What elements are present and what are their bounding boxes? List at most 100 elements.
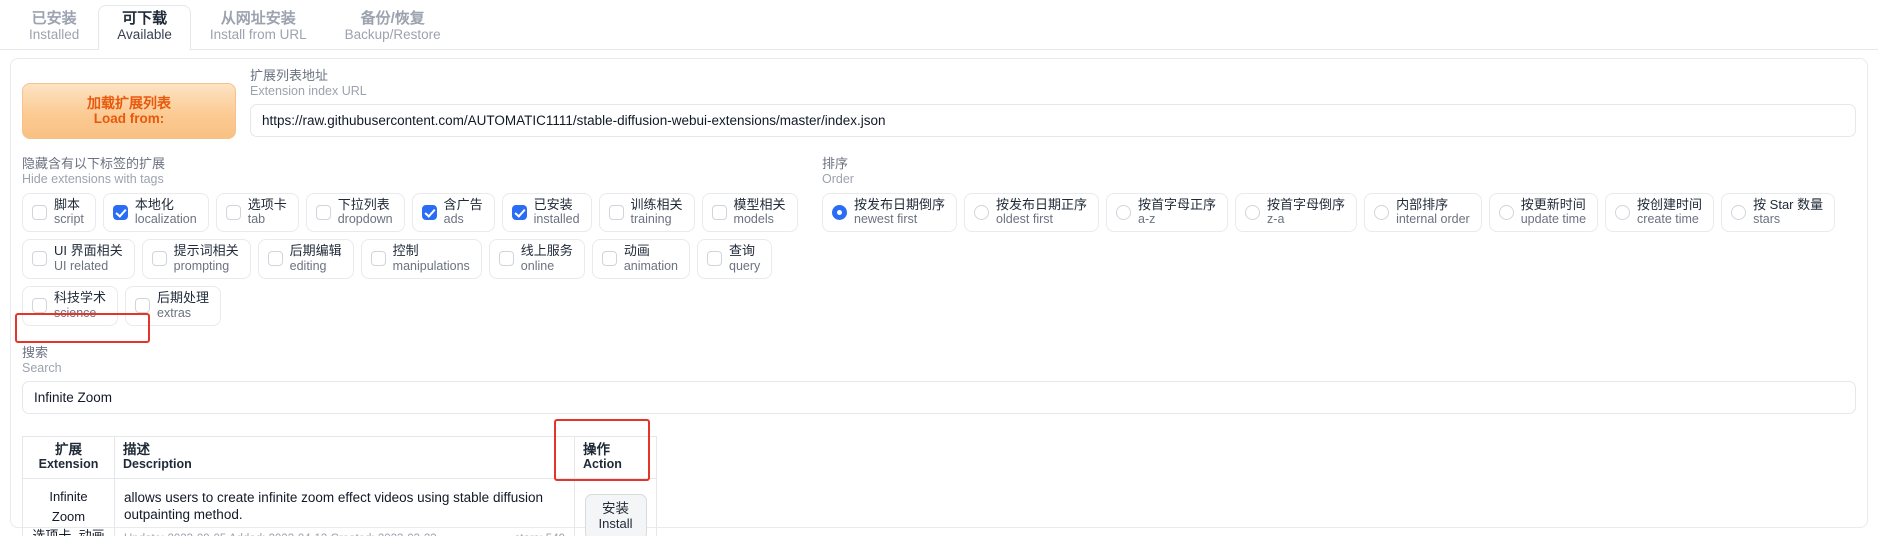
tag-checkbox-installed[interactable]: 已安装 installed — [501, 192, 592, 233]
search-label-cn: 搜索 — [22, 344, 49, 360]
tab-available[interactable]: 可下载 Available — [98, 5, 191, 50]
order-label-cn: 按首字母倒序 — [1267, 196, 1346, 212]
radio-icon[interactable] — [1731, 204, 1747, 220]
checkbox-icon[interactable] — [498, 251, 514, 267]
tag-checkbox-ads[interactable]: 含广告 ads — [411, 192, 495, 233]
checkbox-icon[interactable] — [511, 204, 527, 220]
order-radio-update-time[interactable]: 按更新时间 update time — [1488, 192, 1599, 233]
order-label-cn: 按 Star 数量 — [1753, 196, 1824, 212]
tag-checkbox-models[interactable]: 模型相关 models — [701, 192, 798, 233]
tab-label-en: Available — [117, 27, 172, 43]
header-description-en: Description — [123, 457, 192, 472]
tag-label-en: script — [54, 212, 84, 227]
order-label-cn: 内部排序 — [1396, 196, 1449, 212]
search-input[interactable] — [22, 380, 1856, 414]
order-label-cn: 按创建时间 — [1637, 196, 1703, 212]
radio-icon[interactable] — [1615, 204, 1631, 220]
tag-checkbox-online[interactable]: 线上服务 online — [488, 239, 585, 280]
available-panel: 加载扩展列表 Load from: 扩展列表地址 Extension index… — [10, 58, 1868, 536]
order-radio-a-z[interactable]: 按首字母正序 a-z — [1106, 192, 1229, 233]
order-label-en: oldest first — [996, 212, 1053, 227]
checkbox-icon[interactable] — [225, 204, 241, 220]
radio-icon[interactable] — [1374, 204, 1390, 220]
radio-icon[interactable] — [1116, 204, 1132, 220]
tab-label-cn: 从网址安装 — [220, 10, 296, 28]
checkbox-icon[interactable] — [135, 297, 151, 313]
tab-label-en: Install from URL — [209, 27, 307, 43]
tag-label-cn: 选项卡 — [247, 196, 287, 212]
cell-description: allows users to create infinite zoom eff… — [114, 478, 575, 536]
tab-install-from-url[interactable]: 从网址安装 Install from URL — [191, 5, 326, 50]
tag-checkbox-prompting[interactable]: 提示词相关 prompting — [141, 239, 251, 280]
radio-icon[interactable] — [974, 204, 990, 220]
header-action: 操作 Action — [574, 435, 657, 480]
order-radio-stars[interactable]: 按 Star 数量 stars — [1721, 192, 1836, 233]
checkbox-icon[interactable] — [608, 204, 624, 220]
tag-label-cn: 控制 — [392, 243, 419, 259]
tag-label-en: ads — [443, 212, 464, 227]
checkbox-icon[interactable] — [421, 204, 437, 220]
extension-description: allows users to create infinite zoom eff… — [124, 489, 543, 523]
tab-backup-restore[interactable]: 备份/恢复 Backup/Restore — [326, 5, 460, 50]
tag-checkbox-training[interactable]: 训练相关 training — [598, 192, 695, 233]
checkbox-icon[interactable] — [707, 251, 723, 267]
checkbox-icon[interactable] — [315, 204, 331, 220]
order-radio-oldest-first[interactable]: 按发布日期正序 oldest first — [964, 192, 1100, 233]
tag-checkbox-query[interactable]: 查询 query — [697, 239, 773, 280]
checkbox-icon[interactable] — [32, 251, 47, 267]
checkbox-icon[interactable] — [112, 204, 128, 220]
order-filter-group: 排序 Order 按发布日期倒序 newest first 按发布日期正序 oldes… — [812, 156, 1856, 326]
tags-filter-group: 隐藏含有以下标签的扩展 Hide extensions with tags 脚本… — [22, 156, 812, 326]
checkbox-icon[interactable] — [711, 204, 727, 220]
checkbox-icon[interactable] — [151, 251, 167, 267]
order-label-cn: 按更新时间 — [1520, 196, 1586, 212]
order-label-en: internal order — [1396, 212, 1470, 227]
filters-row: 隐藏含有以下标签的扩展 Hide extensions with tags 脚本… — [22, 156, 1856, 326]
search-label-en: Search — [22, 360, 62, 375]
checkbox-icon[interactable] — [32, 297, 47, 313]
tag-label-cn: 提示词相关 — [173, 243, 239, 259]
tag-checkbox-dropdown[interactable]: 下拉列表 dropdown — [305, 192, 405, 233]
tag-checkbox-localization[interactable]: 本地化 localization — [102, 192, 209, 233]
tag-checkbox-ui-related[interactable]: UI 界面相关 UI related — [22, 239, 135, 280]
order-radio-internal-order[interactable]: 内部排序 internal order — [1364, 192, 1482, 233]
order-radio-newest-first[interactable]: 按发布日期倒序 newest first — [822, 192, 958, 233]
tag-checkbox-tab[interactable]: 选项卡 tab — [215, 192, 299, 233]
order-label-en: a-z — [1138, 212, 1156, 227]
checkbox-icon[interactable] — [32, 204, 47, 220]
radio-icon[interactable] — [832, 204, 847, 220]
header-action-en: Action — [583, 457, 622, 472]
radio-icon[interactable] — [1498, 204, 1514, 220]
tag-label-cn: 脚本 — [54, 196, 81, 212]
install-button[interactable]: 安装 Install — [584, 493, 647, 536]
tag-checkbox-editing[interactable]: 后期编辑 editing — [257, 239, 354, 280]
tag-label-cn: 动画 — [623, 243, 650, 259]
tag-label-en: editing — [289, 259, 327, 274]
load-extension-list-button[interactable]: 加载扩展列表 Load from: — [22, 83, 236, 139]
order-radio-create-time[interactable]: 按创建时间 create time — [1605, 192, 1715, 233]
order-radio-list: 按发布日期倒序 newest first 按发布日期正序 oldest first 按首… — [822, 192, 1856, 233]
checkbox-icon[interactable] — [267, 251, 283, 267]
tag-checkbox-extras[interactable]: 后期处理 extras — [125, 286, 222, 326]
checkbox-icon[interactable] — [370, 251, 386, 267]
tag-checkbox-science[interactable]: 科技学术 science — [22, 286, 119, 326]
tag-checkbox-script[interactable]: 脚本 script — [22, 192, 96, 233]
tag-label-en: animation — [623, 259, 679, 274]
header-action-cn: 操作 — [583, 441, 610, 457]
tag-label-cn: 后期编辑 — [289, 243, 342, 259]
radio-icon[interactable] — [1245, 204, 1261, 220]
tag-checkbox-animation[interactable]: 动画 animation — [591, 239, 691, 280]
index-url-input[interactable] — [250, 103, 1856, 137]
order-radio-z-a[interactable]: 按首字母倒序 z-a — [1235, 192, 1358, 233]
checkbox-icon[interactable] — [601, 251, 617, 267]
tag-label-cn: 已安装 — [533, 196, 573, 212]
tag-checkbox-manipulations[interactable]: 控制 manipulations — [360, 239, 482, 280]
tag-label-cn: UI 界面相关 — [54, 243, 123, 259]
tag-checkbox-list: 脚本 script 本地化 localization 选项卡 tab 下拉列表 dropdow… — [22, 192, 812, 326]
tab-label-cn: 备份/恢复 — [360, 10, 425, 28]
tag-label-en: tab — [247, 212, 266, 227]
tag-label-en: extras — [157, 305, 192, 320]
extension-name: Infinite Zoom — [49, 489, 88, 524]
order-label-cn: 排序 — [822, 156, 849, 171]
tab-installed[interactable]: 已安装 Installed — [10, 5, 98, 50]
